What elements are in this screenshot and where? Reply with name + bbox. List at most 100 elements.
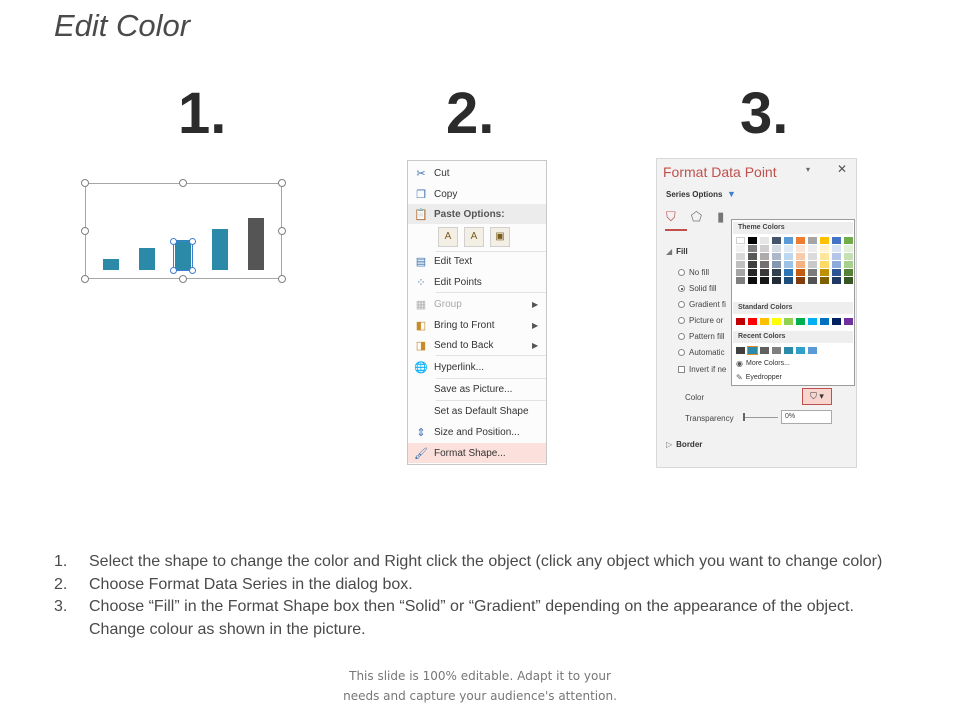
resize-handle[interactable] [81,179,89,187]
menu-item-size-position[interactable]: ⇕ Size and Position... [408,422,546,442]
color-swatch[interactable] [784,347,793,354]
fill-option-gradient-fill[interactable]: Gradient fi [678,300,726,309]
menu-item-bring-to-front[interactable]: ◧ Bring to Front ▶ [408,315,546,335]
fill-color-button[interactable]: ⛉ ▾ [802,388,832,405]
color-swatch[interactable] [760,253,769,260]
effects-tab-icon[interactable]: ⬠ [691,209,702,225]
color-swatch[interactable] [760,269,769,276]
resize-handle[interactable] [179,275,187,283]
color-swatch[interactable] [784,269,793,276]
color-swatch[interactable] [772,245,781,252]
color-swatch[interactable] [736,318,745,325]
color-swatch[interactable] [760,347,769,354]
radio-button[interactable] [678,349,685,356]
bar-selection-handle[interactable] [170,267,177,274]
color-swatch[interactable] [832,261,841,268]
color-swatch[interactable] [796,269,805,276]
color-swatch[interactable] [748,277,757,284]
color-swatch[interactable] [748,261,757,268]
fill-option-automatic[interactable]: Automatic [678,348,725,357]
color-swatch[interactable] [832,269,841,276]
menu-item-cut[interactable]: ✂ Cut [408,163,546,183]
panel-options-dropdown-icon[interactable]: ▾ [806,165,810,174]
color-swatch[interactable] [844,245,853,252]
color-swatch[interactable] [808,318,817,325]
color-swatch[interactable] [760,237,769,244]
color-swatch[interactable] [796,237,805,244]
color-swatch[interactable] [820,245,829,252]
color-swatch[interactable] [748,245,757,252]
menu-item-copy[interactable]: ❐ Copy [408,184,546,204]
color-swatch[interactable] [820,318,829,325]
border-section-header[interactable]: ▷ Border [666,440,702,449]
color-swatch[interactable] [808,237,817,244]
radio-button[interactable] [678,269,685,276]
radio-button[interactable] [678,285,685,292]
color-swatch[interactable] [784,253,793,260]
series-options-label[interactable]: Series Options [666,190,722,199]
color-swatch[interactable] [796,347,805,354]
fill-option-picture-fill[interactable]: Picture or [678,316,723,325]
color-swatch[interactable] [772,318,781,325]
fill-option-pattern-fill[interactable]: Pattern fill [678,332,725,341]
menu-item-send-to-back[interactable]: ◨ Send to Back ▶ [408,335,546,355]
color-swatch[interactable] [808,253,817,260]
eyedropper-link[interactable]: ✎ Eyedropper [736,373,782,382]
color-swatch[interactable] [747,346,758,355]
chart-bar[interactable] [103,259,119,270]
color-swatch[interactable] [748,318,757,325]
color-swatch[interactable] [796,277,805,284]
color-swatch[interactable] [784,245,793,252]
color-swatch[interactable] [748,237,757,244]
color-swatch[interactable] [748,269,757,276]
radio-button[interactable] [678,301,685,308]
color-swatch[interactable] [736,277,745,284]
chart-selection-box[interactable] [85,183,282,279]
color-swatch[interactable] [772,253,781,260]
color-swatch[interactable] [820,277,829,284]
fill-section-header[interactable]: ◢ Fill [666,247,688,256]
resize-handle[interactable] [81,275,89,283]
color-swatch[interactable] [796,261,805,268]
color-swatch[interactable] [784,277,793,284]
color-swatch[interactable] [844,318,853,325]
series-options-dropdown-icon[interactable]: ▼ [727,189,736,199]
chart-bar[interactable] [248,218,264,270]
color-swatch[interactable] [820,237,829,244]
color-swatch[interactable] [820,253,829,260]
resize-handle[interactable] [179,179,187,187]
color-swatch[interactable] [808,269,817,276]
color-swatch[interactable] [832,318,841,325]
checkbox[interactable] [678,366,685,373]
fill-line-tab-icon[interactable]: ⛉ [666,209,676,225]
color-swatch[interactable] [736,261,745,268]
color-swatch[interactable] [772,261,781,268]
color-swatch[interactable] [796,318,805,325]
color-swatch[interactable] [760,318,769,325]
color-swatch[interactable] [820,269,829,276]
color-swatch[interactable] [796,245,805,252]
resize-handle[interactable] [278,227,286,235]
menu-item-set-default-shape[interactable]: Set as Default Shape [408,401,546,421]
color-swatch[interactable] [808,261,817,268]
color-swatch[interactable] [832,277,841,284]
color-swatch[interactable] [808,277,817,284]
chart-bar[interactable] [139,248,155,270]
bar-selection-handle[interactable] [189,238,196,245]
transparency-slider-knob[interactable] [743,413,745,421]
color-swatch[interactable] [784,237,793,244]
color-swatch[interactable] [772,277,781,284]
color-swatch[interactable] [844,253,853,260]
resize-handle[interactable] [278,275,286,283]
fill-option-solid-fill[interactable]: Solid fill [678,284,717,293]
resize-handle[interactable] [81,227,89,235]
fill-option-no-fill[interactable]: No fill [678,268,709,277]
color-swatch[interactable] [844,269,853,276]
menu-item-edit-text[interactable]: ▤ Edit Text [408,251,546,271]
color-swatch[interactable] [736,237,745,244]
color-swatch[interactable] [796,253,805,260]
color-swatch[interactable] [820,261,829,268]
radio-button[interactable] [678,317,685,324]
color-swatch[interactable] [772,269,781,276]
color-swatch[interactable] [832,237,841,244]
